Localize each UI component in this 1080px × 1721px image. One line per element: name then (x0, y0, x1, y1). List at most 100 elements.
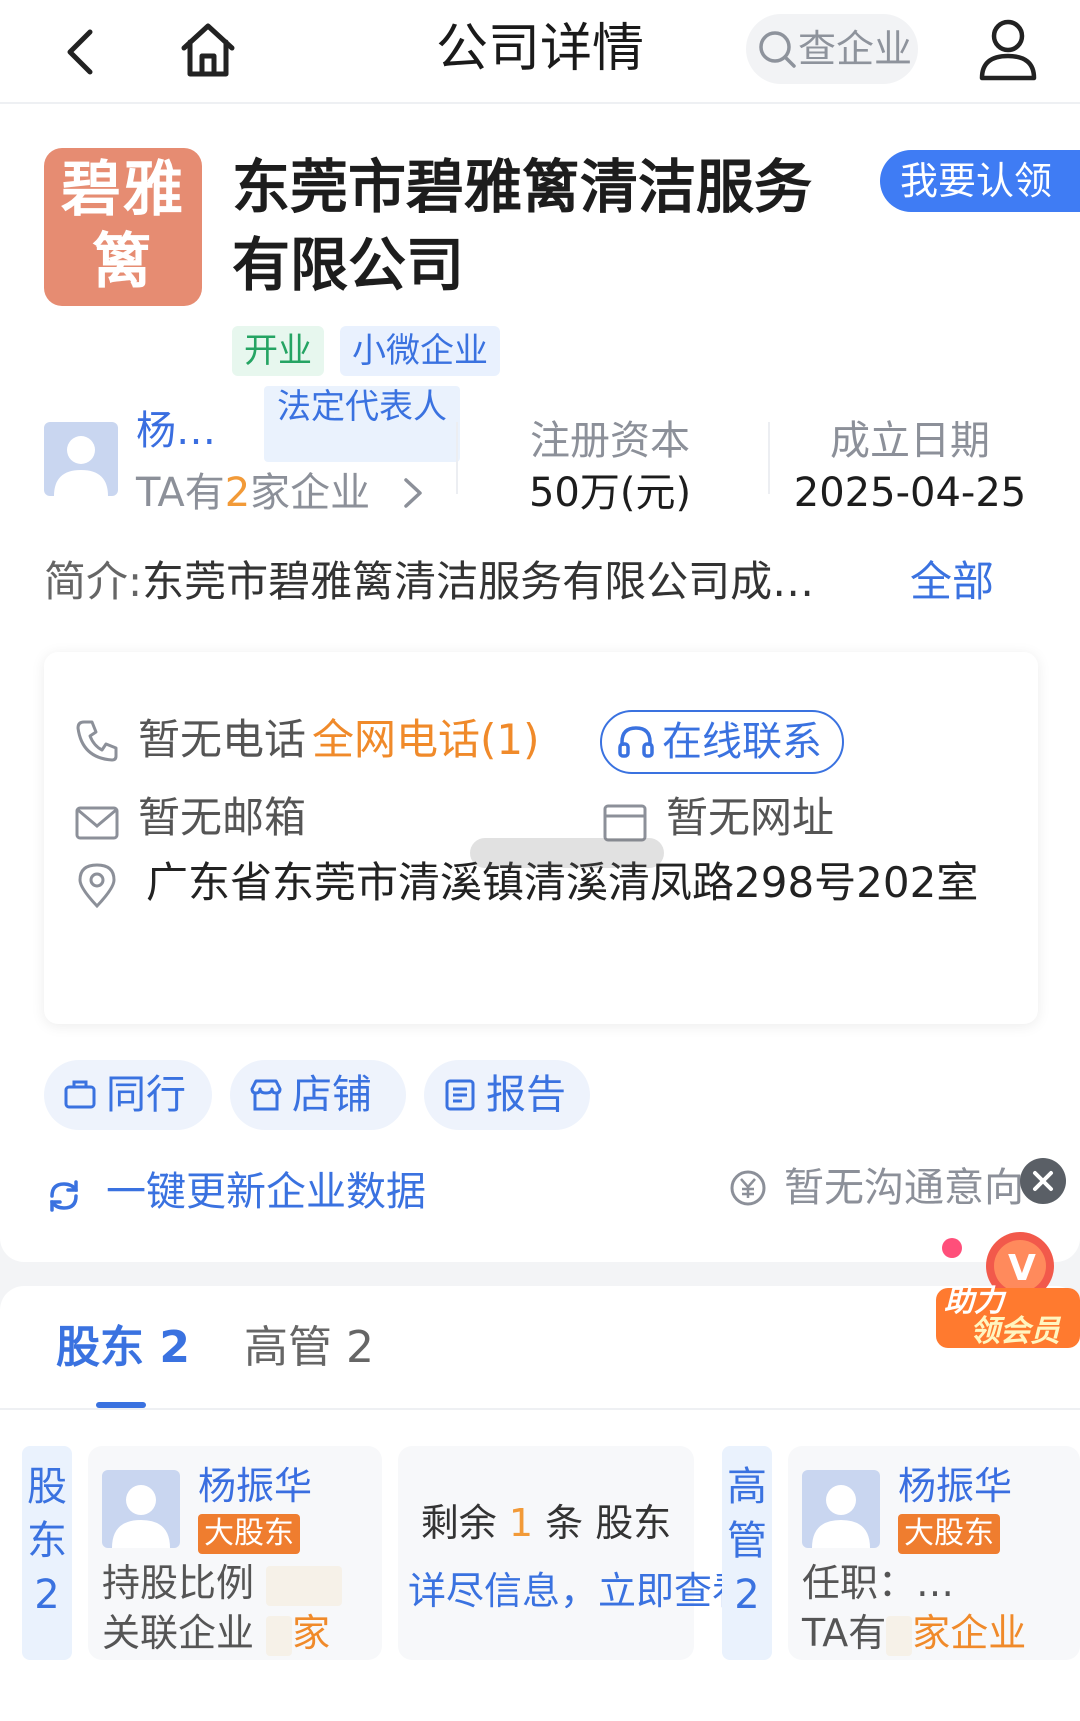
executive-company-count: TA有 家企业 (802, 1608, 1026, 1658)
company-header-card: 碧雅篱 东莞市碧雅篱清洁服务有限公司 我要认领 开业 小微企业 杨… 法定代表人… (0, 104, 1080, 1262)
view-details-link[interactable]: 详尽信息，立即查看 (408, 1566, 750, 1616)
claim-button[interactable]: 我要认领 (880, 150, 1080, 212)
status-badge-small-business: 小微企业 (340, 326, 500, 376)
shops-button[interactable]: 店铺 (230, 1060, 406, 1130)
representative-avatar[interactable] (44, 422, 118, 496)
store-icon (250, 1079, 282, 1111)
back-arrow-icon[interactable] (50, 22, 110, 82)
blurred-value (266, 1615, 293, 1656)
avatar-placeholder-icon (54, 436, 108, 496)
related-companies: 关联企业 家 (102, 1608, 330, 1658)
side-count: 2 (734, 1572, 760, 1618)
count-number: 2 (224, 470, 251, 516)
company-logo: 碧雅篱 (44, 148, 202, 306)
report-button[interactable]: 报告 (424, 1060, 590, 1130)
intro-text: 东莞市碧雅篱清洁服务有限公司成… (142, 557, 815, 606)
svg-text:V: V (1008, 1248, 1036, 1289)
side-char: 管 (727, 1518, 767, 1564)
refresh-icon (50, 1180, 78, 1212)
count-suffix: 家企业 (912, 1611, 1027, 1655)
shareholders-section: 股东 2 高管 2 股 东 2 杨振华 大股东 持股比例 关联企业 家 剩余 1… (0, 1286, 1080, 1721)
side-char: 东 (27, 1518, 67, 1564)
watermark (470, 838, 664, 868)
major-shareholder-badge: 大股东 (898, 1514, 1000, 1554)
major-shareholder-badge: 大股东 (198, 1514, 300, 1554)
search-box[interactable]: 查企业 (746, 14, 918, 84)
side-char: 股 (27, 1464, 67, 1510)
email-icon (75, 806, 119, 840)
divider (456, 422, 458, 494)
promo-line2: 领会员 (970, 1314, 1060, 1349)
email-text: 暂无邮箱 (138, 793, 307, 842)
peers-label: 同行 (106, 1072, 186, 1118)
executive-card[interactable]: 杨振华 大股东 任职：… TA有 家企业 (788, 1446, 1080, 1660)
executives-side-label[interactable]: 高 管 2 (722, 1446, 772, 1660)
online-contact-button[interactable]: 在线联系 (600, 710, 844, 774)
avatar-placeholder-icon (112, 1485, 170, 1548)
more-shareholders-card[interactable]: 剩余 1 条 股东 详尽信息，立即查看 (398, 1446, 750, 1660)
website-text: 暂无网址 (666, 793, 835, 842)
executive-name[interactable]: 杨振华 (898, 1462, 1012, 1510)
communication-intent[interactable]: 暂无沟通意向 (726, 1160, 1024, 1216)
blurred-value (886, 1615, 913, 1656)
related-label: 关联企业 (102, 1611, 255, 1655)
report-icon (445, 1079, 475, 1111)
phone-text: 暂无电话 (138, 715, 307, 764)
headset-icon (618, 726, 654, 758)
all-phone-link[interactable]: 全网电话(1) (312, 712, 540, 768)
divider (0, 1408, 1080, 1410)
side-char: 高 (727, 1464, 767, 1510)
search-icon (759, 31, 796, 68)
capital-label: 注册资本 (530, 418, 690, 464)
count-prefix: TA有 (136, 470, 225, 516)
capital-value: 50万(元) (528, 470, 692, 516)
close-icon (1033, 1171, 1053, 1191)
count-suffix: 家企业 (250, 470, 371, 516)
search-placeholder: 查企业 (798, 27, 913, 71)
close-promo-button[interactable] (1020, 1158, 1066, 1204)
location-pin-icon (78, 863, 116, 909)
remaining-count: 1 (508, 1501, 534, 1545)
company-name: 东莞市碧雅篱清洁服务有限公司 (232, 153, 813, 299)
representative-company-count[interactable]: TA有2家企业 (136, 468, 370, 518)
shareholder-avatar (102, 1470, 180, 1548)
founded-date-value: 2025-04-25 (793, 470, 1027, 516)
representative-role-badge: 法定代表人 (264, 386, 460, 462)
remaining-count-text: 剩余 1 条 股东 (398, 1498, 694, 1548)
remaining-prefix: 剩余 (420, 1501, 497, 1545)
status-badge-open: 开业 (232, 326, 324, 376)
shareholding-ratio: 持股比例 (102, 1558, 343, 1608)
peers-button[interactable]: 同行 (44, 1060, 212, 1130)
top-nav-bar: 公司详情 查企业 (0, 0, 1080, 104)
ratio-label: 持股比例 (102, 1561, 255, 1605)
refresh-label: 一键更新企业数据 (106, 1169, 426, 1215)
count-prefix: TA有 (802, 1611, 887, 1655)
related-suffix: 家 (292, 1611, 331, 1655)
shareholders-side-label[interactable]: 股 东 2 (22, 1446, 72, 1660)
executive-avatar (802, 1470, 880, 1548)
page-title: 公司详情 (435, 19, 644, 79)
chevron-right-icon[interactable] (400, 476, 426, 510)
yuan-coin-icon (730, 1170, 766, 1206)
shareholder-name[interactable]: 杨振华 (198, 1462, 312, 1510)
vip-promo-badge[interactable]: V 助力 领会员 (930, 1226, 1080, 1354)
intro-label: 简介: (44, 557, 143, 606)
refresh-data-button[interactable]: 一键更新企业数据 (44, 1164, 426, 1220)
report-label: 报告 (486, 1072, 566, 1118)
phone-icon (76, 720, 118, 762)
blurred-value (266, 1565, 343, 1606)
tab-shareholders[interactable]: 股东 2 (56, 1318, 190, 1378)
intro-expand-link[interactable]: 全部 (910, 552, 994, 612)
avatar-placeholder-icon (812, 1485, 870, 1548)
representative-name[interactable]: 杨… (136, 406, 216, 456)
remaining-suffix: 条 股东 (545, 1501, 672, 1545)
shareholder-card[interactable]: 杨振华 大股东 持股比例 关联企业 家 (88, 1446, 382, 1660)
briefcase-icon (64, 1080, 96, 1109)
company-intro: 简介:东莞市碧雅篱清洁服务有限公司成… 全部 (44, 552, 1044, 612)
shops-label: 店铺 (292, 1072, 372, 1118)
tab-executives[interactable]: 高管 2 (244, 1318, 374, 1378)
home-icon[interactable] (176, 18, 240, 82)
intent-label: 暂无沟通意向 (784, 1165, 1024, 1211)
side-count: 2 (34, 1572, 60, 1618)
user-profile-icon[interactable] (976, 16, 1040, 82)
